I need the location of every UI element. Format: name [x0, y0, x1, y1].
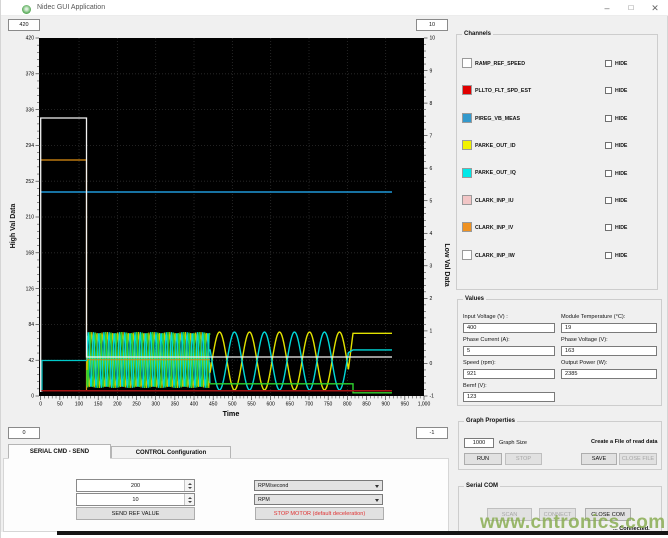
svg-text:200: 200	[113, 402, 122, 408]
svg-text:42: 42	[28, 358, 34, 364]
svg-text:8: 8	[430, 101, 433, 107]
svg-text:4: 4	[430, 231, 433, 237]
svg-text:126: 126	[26, 286, 35, 292]
svg-text:High Val Data: High Val Data	[10, 204, 17, 249]
svg-text:950: 950	[401, 402, 410, 408]
svg-text:168: 168	[26, 251, 35, 257]
svg-text:0: 0	[430, 361, 433, 367]
svg-text:294: 294	[26, 143, 35, 149]
svg-text:300: 300	[152, 402, 161, 408]
svg-text:252: 252	[26, 179, 35, 185]
svg-text:420: 420	[26, 36, 35, 42]
svg-text:250: 250	[132, 402, 141, 408]
svg-text:336: 336	[26, 107, 35, 113]
svg-text:750: 750	[324, 402, 333, 408]
svg-text:0: 0	[39, 402, 42, 408]
svg-text:350: 350	[171, 402, 180, 408]
svg-text:2: 2	[430, 296, 433, 302]
svg-text:650: 650	[286, 402, 295, 408]
svg-text:900: 900	[381, 402, 390, 408]
svg-text:1: 1	[430, 329, 433, 335]
svg-text:84: 84	[28, 322, 34, 328]
svg-text:150: 150	[94, 402, 103, 408]
svg-text:9: 9	[430, 68, 433, 74]
svg-text:378: 378	[26, 72, 35, 78]
svg-text:5: 5	[430, 198, 433, 204]
svg-text:-1: -1	[430, 394, 435, 400]
svg-text:Low Val Data: Low Val Data	[443, 243, 450, 286]
svg-text:1,000: 1,000	[418, 402, 431, 408]
svg-text:450: 450	[209, 402, 218, 408]
svg-text:10: 10	[430, 36, 436, 42]
svg-text:50: 50	[57, 402, 63, 408]
svg-text:210: 210	[26, 215, 35, 221]
svg-text:800: 800	[343, 402, 352, 408]
svg-text:850: 850	[362, 402, 371, 408]
svg-text:600: 600	[267, 402, 276, 408]
svg-text:Time: Time	[223, 409, 240, 418]
svg-text:550: 550	[247, 402, 256, 408]
svg-text:0: 0	[31, 394, 34, 400]
svg-text:100: 100	[75, 402, 84, 408]
svg-text:7: 7	[430, 133, 433, 139]
svg-text:700: 700	[305, 402, 314, 408]
svg-text:400: 400	[190, 402, 199, 408]
svg-text:3: 3	[430, 264, 433, 270]
svg-text:500: 500	[228, 402, 237, 408]
svg-text:6: 6	[430, 166, 433, 172]
